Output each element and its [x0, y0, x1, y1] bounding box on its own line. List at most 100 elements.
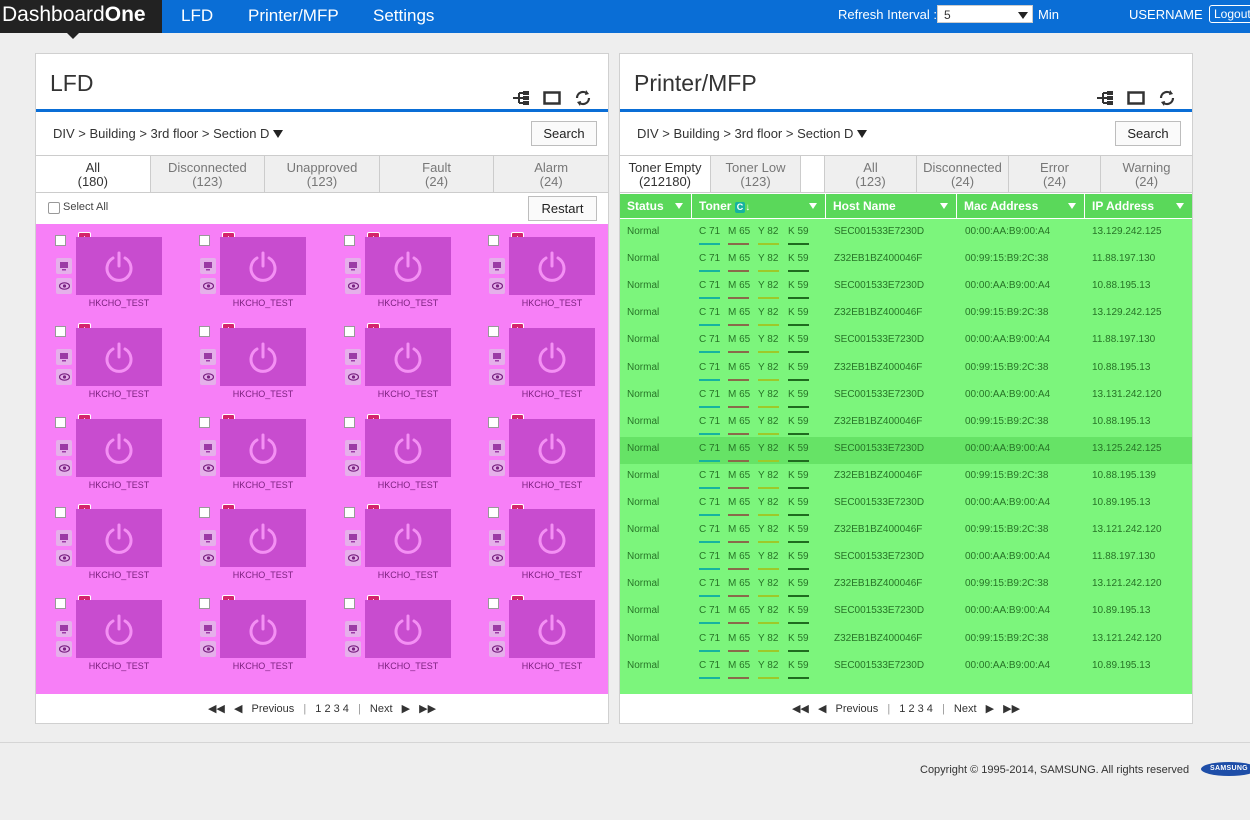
printer-breadcrumb[interactable]: DIV > Building > 3rd floor > Section D — [637, 126, 868, 141]
tab-error[interactable]: Error (24) — [1009, 156, 1101, 192]
lfd-device-tile[interactable]: !HKCHO_TEST — [325, 496, 465, 581]
tab-warning[interactable]: Warning (24) — [1101, 156, 1192, 192]
eye-icon[interactable] — [345, 369, 361, 385]
next-page-icon[interactable]: ▶ — [402, 703, 410, 715]
column-toner[interactable]: Toner C ↓ — [692, 194, 826, 219]
tree-icon[interactable] — [512, 90, 530, 106]
device-checkbox[interactable] — [199, 417, 210, 428]
table-row[interactable]: Normal C 71 M 65 Y 82 K 59 Z32EB1BZ400046F 00:… — [620, 410, 1192, 437]
eye-icon[interactable] — [345, 460, 361, 476]
table-row[interactable]: Normal C 71 M 65 Y 82 K 59 Z32EB1BZ400046F 00:… — [620, 572, 1192, 599]
monitor-settings-icon[interactable] — [489, 258, 505, 274]
select-all-checkbox[interactable] — [48, 202, 60, 214]
eye-icon[interactable] — [489, 460, 505, 476]
monitor-settings-icon[interactable] — [345, 621, 361, 637]
device-screen[interactable] — [365, 509, 451, 567]
last-page-icon[interactable]: ▶▶ — [419, 703, 436, 715]
device-checkbox[interactable] — [488, 326, 499, 337]
eye-icon[interactable] — [345, 278, 361, 294]
prev-page-icon[interactable]: ◀ — [234, 703, 242, 715]
refresh-icon[interactable] — [574, 89, 592, 107]
lfd-device-tile[interactable]: !HKCHO_TEST — [469, 587, 608, 672]
device-screen[interactable] — [220, 328, 306, 386]
eye-icon[interactable] — [56, 641, 72, 657]
nav-printer-mfp[interactable]: Printer/MFP — [248, 0, 339, 33]
lfd-device-tile[interactable]: !HKCHO_TEST — [36, 406, 176, 491]
refresh-icon[interactable] — [1158, 89, 1176, 107]
table-row[interactable]: Normal C 71 M 65 Y 82 K 59 SEC001533E7230D 00:… — [620, 328, 1192, 355]
nav-lfd[interactable]: LFD — [181, 0, 213, 33]
lfd-device-tile[interactable]: !HKCHO_TEST — [469, 496, 608, 581]
lfd-device-tile[interactable]: !HKCHO_TEST — [36, 496, 176, 581]
monitor-settings-icon[interactable] — [200, 440, 216, 456]
monitor-settings-icon[interactable] — [489, 530, 505, 546]
eye-icon[interactable] — [56, 550, 72, 566]
app-logo[interactable]: DashboardOne — [0, 0, 162, 33]
window-icon[interactable] — [543, 90, 561, 106]
column-mac-address[interactable]: Mac Address — [957, 194, 1085, 219]
eye-icon[interactable] — [345, 550, 361, 566]
lfd-device-tile[interactable]: !HKCHO_TEST — [325, 406, 465, 491]
tab-disconnected[interactable]: Disconnected (123) — [150, 156, 266, 192]
device-screen[interactable] — [509, 509, 595, 567]
monitor-settings-icon[interactable] — [200, 349, 216, 365]
eye-icon[interactable] — [200, 369, 216, 385]
last-page-icon[interactable]: ▶▶ — [1003, 703, 1020, 715]
nav-settings[interactable]: Settings — [373, 0, 434, 33]
eye-icon[interactable] — [489, 641, 505, 657]
eye-icon[interactable] — [489, 278, 505, 294]
table-row[interactable]: Normal C 71 M 65 Y 82 K 59 SEC001533E7230D 00:… — [620, 491, 1192, 518]
device-checkbox[interactable] — [344, 598, 355, 609]
lfd-search-button[interactable]: Search — [531, 121, 597, 146]
eye-icon[interactable] — [56, 369, 72, 385]
tab-fault[interactable]: Fault (24) — [379, 156, 495, 192]
eye-icon[interactable] — [345, 641, 361, 657]
device-screen[interactable] — [76, 328, 162, 386]
table-row[interactable]: Normal C 71 M 65 Y 82 K 59 Z32EB1BZ400046F 00:… — [620, 627, 1192, 654]
lfd-device-tile[interactable]: !HKCHO_TEST — [36, 587, 176, 672]
next-button[interactable]: Next — [954, 703, 977, 715]
page-numbers[interactable]: 1 2 3 4 — [315, 703, 349, 715]
lfd-device-tile[interactable]: !HKCHO_TEST — [469, 315, 608, 400]
device-screen[interactable] — [365, 237, 451, 295]
device-checkbox[interactable] — [199, 235, 210, 246]
monitor-settings-icon[interactable] — [56, 258, 72, 274]
lfd-device-tile[interactable]: !HKCHO_TEST — [180, 496, 320, 581]
monitor-settings-icon[interactable] — [345, 258, 361, 274]
monitor-settings-icon[interactable] — [200, 530, 216, 546]
lfd-device-tile[interactable]: !HKCHO_TEST — [469, 224, 608, 309]
device-screen[interactable] — [509, 237, 595, 295]
device-checkbox[interactable] — [488, 598, 499, 609]
lfd-device-tile[interactable]: !HKCHO_TEST — [325, 224, 465, 309]
device-screen[interactable] — [76, 509, 162, 567]
monitor-settings-icon[interactable] — [489, 621, 505, 637]
device-screen[interactable] — [76, 600, 162, 658]
device-checkbox[interactable] — [344, 326, 355, 337]
lfd-device-tile[interactable]: !HKCHO_TEST — [325, 315, 465, 400]
device-screen[interactable] — [76, 237, 162, 295]
next-button[interactable]: Next — [370, 703, 393, 715]
monitor-settings-icon[interactable] — [345, 530, 361, 546]
device-checkbox[interactable] — [344, 235, 355, 246]
device-checkbox[interactable] — [344, 417, 355, 428]
eye-icon[interactable] — [56, 278, 72, 294]
device-screen[interactable] — [365, 600, 451, 658]
monitor-settings-icon[interactable] — [56, 530, 72, 546]
table-row[interactable]: Normal C 71 M 65 Y 82 K 59 SEC001533E7230D 00:… — [620, 654, 1192, 681]
monitor-settings-icon[interactable] — [56, 440, 72, 456]
device-screen[interactable] — [365, 328, 451, 386]
prev-page-icon[interactable]: ◀ — [818, 703, 826, 715]
lfd-device-tile[interactable]: !HKCHO_TEST — [36, 315, 176, 400]
table-row[interactable]: Normal C 71 M 65 Y 82 K 59 Z32EB1BZ400046F 00:… — [620, 464, 1192, 491]
device-checkbox[interactable] — [55, 507, 66, 518]
tab-all[interactable]: All (123) — [825, 156, 917, 192]
device-screen[interactable] — [76, 419, 162, 477]
eye-icon[interactable] — [200, 641, 216, 657]
monitor-settings-icon[interactable] — [489, 349, 505, 365]
lfd-device-tile[interactable]: !HKCHO_TEST — [180, 406, 320, 491]
table-row[interactable]: Normal C 71 M 65 Y 82 K 59 Z32EB1BZ400046F 00:… — [620, 247, 1192, 274]
page-numbers[interactable]: 1 2 3 4 — [899, 703, 933, 715]
window-icon[interactable] — [1127, 90, 1145, 106]
device-checkbox[interactable] — [199, 326, 210, 337]
first-page-icon[interactable]: ◀◀ — [792, 703, 809, 715]
